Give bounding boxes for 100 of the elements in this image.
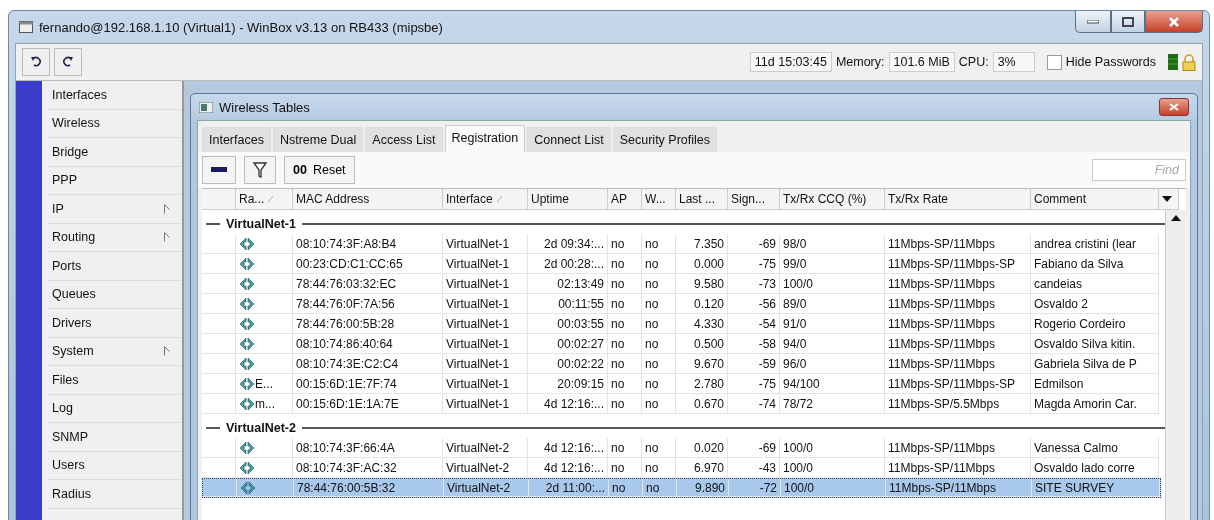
table-cell: 08:10:74:86:40:64	[296, 336, 393, 351]
column-header[interactable]: Last ...	[676, 189, 728, 210]
table-cell: no	[611, 440, 625, 455]
double-arrow-icon	[239, 336, 255, 351]
table-cell: 100/0	[783, 276, 814, 291]
tab[interactable]: Registration	[444, 125, 526, 152]
hide-passwords-checkbox[interactable]	[1046, 54, 1062, 70]
column-header[interactable]: Uptime	[528, 189, 608, 210]
table-cell: 0.020	[693, 440, 724, 455]
menu-item[interactable]: Bridge	[48, 138, 182, 167]
menu-item[interactable]: Radius	[48, 480, 182, 509]
table-row[interactable]: 08:10:74:3E:C2:C4 VirtualNet-1 00:02:22 no no 9.670 -59 96/0 11Mbps-SP/11Mbps Gabriela Silva de P	[202, 354, 1159, 374]
menu-item[interactable]: Queues	[48, 280, 182, 309]
column-header[interactable]: Sign...	[728, 189, 780, 210]
window-icon	[19, 21, 33, 33]
table-cell: 100/0	[783, 440, 814, 455]
reset-button[interactable]: 00 Reset	[284, 156, 355, 184]
table-cell: 4.330	[693, 316, 724, 331]
tab[interactable]: Access List	[365, 127, 443, 152]
table-cell: VirtualNet-1	[446, 276, 510, 291]
close-button[interactable]	[1145, 11, 1203, 33]
minimize-button[interactable]	[1075, 11, 1111, 33]
table-row[interactable]: 00:23:CD:C1:CC:65 VirtualNet-1 2d 00:28:... no no 0.000 -75 99/0 11Mbps-SP/11Mbps-SP Fabiano da Silva	[202, 254, 1159, 274]
table-cell: no	[645, 276, 659, 291]
cpu-label: CPU:	[958, 55, 989, 69]
double-arrow-icon	[239, 276, 255, 291]
maximize-button[interactable]	[1111, 11, 1145, 33]
table-cell: VirtualNet-1	[446, 336, 510, 351]
table-row[interactable]: 78:44:76:00:5B:28 VirtualNet-1 00:03:55 no no 4.330 -54 91/0 11Mbps-SP/11Mbps Rogerio Cordeiro	[202, 314, 1159, 334]
table-row[interactable]: E... 00:15:6D:1E:7F:74 VirtualNet-1 20:09:15 no no 2.780 -75 94/100 11Mbps-SP/11Mbps-SP Edmilson	[202, 374, 1159, 394]
column-header[interactable]: AP	[608, 189, 642, 210]
tab[interactable]: Nstreme Dual	[272, 127, 364, 152]
table-row[interactable]: 78:44:76:0F:7A:56 VirtualNet-1 00:11:55 no no 0.120 -56 89/0 11Mbps-SP/11Mbps Osvaldo 2	[202, 294, 1159, 314]
tab[interactable]: Connect List	[527, 127, 611, 152]
table-cell: no	[645, 316, 659, 331]
minus-icon	[211, 167, 227, 173]
table-cell: VirtualNet-1	[446, 236, 510, 251]
table-row[interactable]: 08:10:74:3F:66:4A VirtualNet-2 4d 12:16:... no no 0.020 -69 100/0 11Mbps-SP/11Mbps Vanessa Calmo	[202, 438, 1159, 458]
double-arrow-icon	[239, 256, 255, 271]
menu-item[interactable]: Interfaces	[48, 81, 182, 110]
hide-passwords-label[interactable]: Hide Passwords	[1065, 55, 1156, 69]
memory-field: 101.6 MiB	[888, 52, 955, 72]
column-header[interactable]: Ra...	[236, 189, 293, 210]
menu-item[interactable]: System	[48, 337, 182, 366]
tab[interactable]: Interfaces	[202, 127, 271, 152]
table-cell: -69	[758, 236, 776, 251]
table-cell: 11Mbps-SP/5.5Mbps	[888, 396, 1000, 411]
filter-button[interactable]	[244, 156, 276, 184]
table-cell: no	[645, 336, 659, 351]
table-cell: 00:15:6D:1E:7F:74	[296, 376, 397, 391]
dropdown-icon	[1162, 195, 1172, 203]
tab[interactable]: Security Profiles	[612, 127, 718, 152]
table-cell: 0.000	[693, 256, 724, 271]
table-cell: no	[611, 256, 625, 271]
menu-item[interactable]: Drivers	[48, 309, 182, 338]
column-header[interactable]: MAC Address	[293, 189, 443, 210]
table-cell: 11Mbps-SP/11Mbps	[888, 356, 995, 371]
double-arrow-icon	[239, 316, 255, 331]
table-cell: no	[611, 236, 625, 251]
sort-icon	[495, 195, 503, 203]
table-cell: 7.350	[693, 236, 724, 251]
remove-button[interactable]	[202, 156, 236, 184]
table-cell: 89/0	[783, 296, 807, 311]
column-menu-button[interactable]	[1159, 189, 1179, 210]
menu-item[interactable]: Users	[48, 451, 182, 480]
menu-item[interactable]: SNMP	[48, 423, 182, 452]
menu-item[interactable]: Wireless	[48, 109, 182, 138]
table-row[interactable]: 78:44:76:00:5B:32 VirtualNet-2 2d 11:00:... no no 9.890 -72 100/0 11Mbps-SP/11Mbps SITE SURVEY	[202, 478, 1161, 498]
undo-button[interactable]	[22, 48, 50, 76]
close-button[interactable]	[1159, 98, 1189, 116]
table-cell: VirtualNet-1	[446, 296, 510, 311]
menu-item[interactable]: Log	[48, 394, 182, 423]
column-header[interactable]: Comment	[1031, 189, 1159, 210]
column-header[interactable]: W...	[642, 189, 676, 210]
table-cell: no	[611, 336, 625, 351]
menu-item[interactable]: Routing	[48, 223, 182, 252]
table-row[interactable]: 08:10:74:3F:A8:B4 VirtualNet-1 2d 09:34:... no no 7.350 -69 98/0 11Mbps-SP/11Mbps andrea cristini (lear	[202, 234, 1159, 254]
menu-item[interactable]: PPP	[48, 166, 182, 195]
column-header[interactable]: Interface	[443, 189, 528, 210]
column-header[interactable]: Tx/Rx Rate	[885, 189, 1031, 210]
table-cell: 00:03:55	[557, 316, 604, 331]
table-cell: 2d 00:28:...	[543, 256, 604, 271]
menu-item[interactable]: Files	[48, 366, 182, 395]
table-row[interactable]: 78:44:76:03:32:EC VirtualNet-1 02:13:49 no no 9.580 -73 100/0 11Mbps-SP/11Mbps candeias	[202, 274, 1159, 294]
table-cell: no	[646, 480, 660, 495]
table-cell: no	[645, 440, 659, 455]
double-arrow-icon	[239, 356, 255, 371]
table-cell: 08:10:74:3F:66:4A	[296, 440, 395, 455]
find-field[interactable]: Find	[1092, 159, 1186, 181]
table-row[interactable]: 08:10:74:86:40:64 VirtualNet-1 00:02:27 no no 0.500 -58 94/0 11Mbps-SP/11Mbps Osvaldo Silva kitin.	[202, 334, 1159, 354]
menu-item[interactable]: Ports	[48, 252, 182, 281]
table-cell: VirtualNet-1	[446, 356, 510, 371]
menu-item[interactable]: IP	[48, 195, 182, 224]
table-cell: 4d 12:16:...	[543, 460, 604, 475]
table-cell: 11Mbps-SP/11Mbps	[888, 440, 995, 455]
redo-icon	[62, 56, 74, 68]
table-cell: VirtualNet-1	[446, 316, 510, 331]
column-header[interactable]: Tx/Rx CCQ (%)	[780, 189, 885, 210]
table-row[interactable]: m... 00:15:6D:1E:1A:7E VirtualNet-1 4d 12:16:... no no 0.670 -74 78/72 11Mbps-SP/5.5Mbps Magda Amorin Car.	[202, 394, 1159, 414]
redo-button[interactable]	[54, 48, 82, 76]
